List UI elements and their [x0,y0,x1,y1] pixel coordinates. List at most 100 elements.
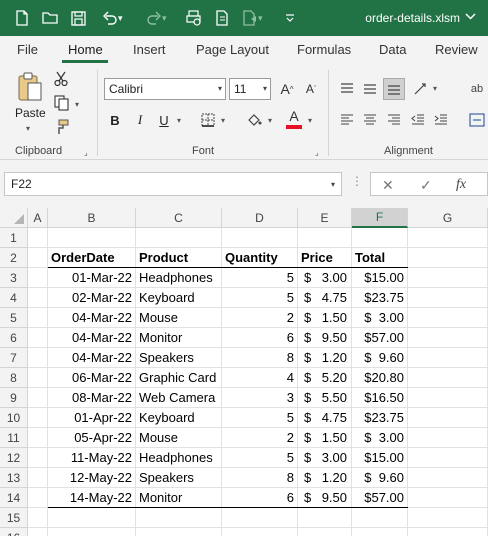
quantity-cell[interactable]: 6 [222,328,298,348]
cell-c15[interactable] [136,508,222,528]
cell-e1[interactable] [298,228,352,248]
underline-dropdown-icon[interactable]: ▾ [177,116,181,125]
grow-font-icon[interactable]: A ^ [276,78,298,100]
font-launcher-icon[interactable]: ⌟ [315,148,319,157]
price-cell[interactable]: $1.20 [298,468,352,488]
product-cell[interactable]: Mouse [136,428,222,448]
underline-button[interactable]: U [155,110,173,130]
tab-insert[interactable]: Insert [133,42,166,57]
order-date-cell[interactable]: 02-Mar-22 [48,288,136,308]
product-cell[interactable]: Web Camera [136,388,222,408]
column-header-e[interactable]: E [298,208,352,228]
row-header-3[interactable]: 3 [0,268,28,288]
order-date-cell[interactable]: 04-Mar-22 [48,308,136,328]
cell-g15[interactable] [408,508,488,528]
order-date-cell[interactable]: 05-Apr-22 [48,428,136,448]
cell-a6[interactable] [28,328,48,348]
cell-a3[interactable] [28,268,48,288]
align-right-icon[interactable] [385,110,403,130]
price-cell[interactable]: $5.50 [298,388,352,408]
borders-icon[interactable] [199,110,217,130]
price-cell[interactable]: $9.50 [298,488,352,508]
increase-indent-icon[interactable] [432,110,450,130]
align-center-icon[interactable] [361,110,379,130]
row-header-1[interactable]: 1 [0,228,28,248]
price-cell[interactable]: $1.20 [298,348,352,368]
product-cell[interactable]: Keyboard [136,408,222,428]
cell-f16[interactable] [352,528,408,536]
font-color-icon[interactable]: A [285,107,303,125]
order-date-cell[interactable]: 01-Mar-22 [48,268,136,288]
select-all-button[interactable] [0,208,28,228]
file-name[interactable]: order-details.xlsm [365,0,460,36]
decrease-indent-icon[interactable] [409,110,427,130]
quantity-cell[interactable]: 8 [222,348,298,368]
wrap-text-icon[interactable]: ab [466,78,488,100]
tab-file[interactable]: File [17,42,38,57]
column-header-d[interactable]: D [222,208,298,228]
cell-b1[interactable] [48,228,136,248]
borders-dropdown-icon[interactable]: ▾ [221,116,225,125]
chevron-down-icon[interactable] [465,11,476,25]
product-cell[interactable]: Mouse [136,308,222,328]
font-color-dropdown-icon[interactable]: ▾ [308,116,312,125]
product-cell[interactable]: Headphones [136,268,222,288]
column-header-a[interactable]: A [28,208,48,228]
cell-a9[interactable] [28,388,48,408]
paste-icon[interactable] [14,70,46,104]
row-header-5[interactable]: 5 [0,308,28,328]
total-cell[interactable]: $15.00 [352,448,408,468]
total-cell[interactable]: $ 3.00 [352,308,408,328]
cell-d15[interactable] [222,508,298,528]
cell-a10[interactable] [28,408,48,428]
quantity-cell[interactable]: 8 [222,468,298,488]
row-header-6[interactable]: 6 [0,328,28,348]
cell-a14[interactable] [28,488,48,508]
font-name-select[interactable]: Calibri ▾ [104,78,226,100]
name-box[interactable]: F22 ▾ [4,172,342,196]
cell-g9[interactable] [408,388,488,408]
cell-g5[interactable] [408,308,488,328]
merge-center-icon[interactable] [466,110,488,130]
form-dropdown-icon[interactable]: ▾ [258,13,263,24]
price-cell[interactable]: $4.75 [298,288,352,308]
cell-a12[interactable] [28,448,48,468]
order-date-cell[interactable]: 14-May-22 [48,488,136,508]
column-header-f[interactable]: F [352,208,408,228]
tab-formulas[interactable]: Formulas [297,42,351,57]
cancel-icon[interactable]: ✕ [382,177,394,194]
cell-b16[interactable] [48,528,136,536]
cell-a5[interactable] [28,308,48,328]
fill-color-icon[interactable] [245,110,263,130]
cell-d1[interactable] [222,228,298,248]
cell-g2[interactable] [408,248,488,268]
quantity-cell[interactable]: 3 [222,388,298,408]
fill-color-dropdown-icon[interactable]: ▾ [268,116,272,125]
cell-a2[interactable] [28,248,48,268]
paste-dropdown-icon[interactable]: ▾ [26,124,30,133]
clipboard-launcher-icon[interactable]: ⌟ [84,148,88,157]
price-cell[interactable]: $1.50 [298,308,352,328]
table-header-quantity[interactable]: Quantity [222,248,298,268]
row-header-11[interactable]: 11 [0,428,28,448]
total-cell[interactable]: $23.75 [352,408,408,428]
row-header-8[interactable]: 8 [0,368,28,388]
row-header-7[interactable]: 7 [0,348,28,368]
cell-e15[interactable] [298,508,352,528]
shrink-font-icon[interactable]: Aˇ [300,78,322,100]
cut-icon[interactable] [52,70,70,88]
table-header-price[interactable]: Price [298,248,352,268]
font-size-select[interactable]: 11 ▾ [229,78,271,100]
cell-a15[interactable] [28,508,48,528]
save-icon[interactable] [64,0,92,36]
cell-g13[interactable] [408,468,488,488]
paste-button[interactable]: Paste [15,106,46,120]
worksheet-grid[interactable]: ABCDEFG12345678910111213141516OrderDateP… [0,208,488,536]
order-date-cell[interactable]: 11-May-22 [48,448,136,468]
quantity-cell[interactable]: 4 [222,368,298,388]
format-painter-icon[interactable] [52,118,70,136]
italic-button[interactable]: I [131,110,149,130]
cell-a16[interactable] [28,528,48,536]
tab-review[interactable]: Review [435,42,478,57]
cell-a1[interactable] [28,228,48,248]
